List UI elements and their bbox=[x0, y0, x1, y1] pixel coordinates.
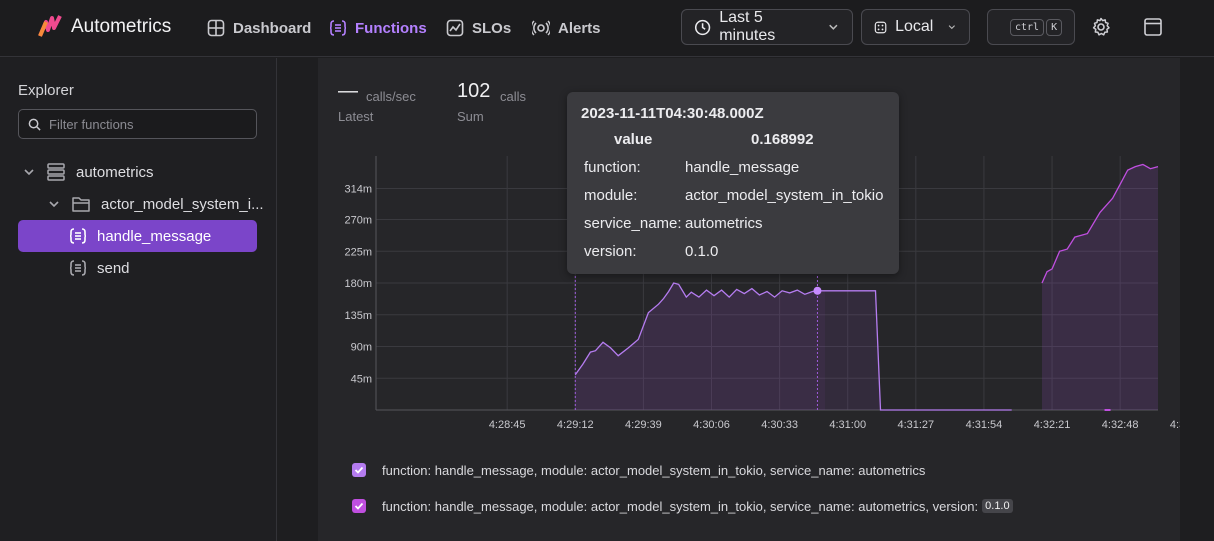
hover-point bbox=[813, 286, 822, 295]
sidebar-toggle-icon[interactable] bbox=[1143, 17, 1163, 37]
legend-label: function: handle_message, module: actor_… bbox=[382, 498, 979, 514]
kbd-k: K bbox=[1046, 18, 1063, 36]
tooltip-service-value: autometrics bbox=[685, 215, 763, 232]
nav-dashboard-label: Dashboard bbox=[233, 19, 312, 37]
search-button[interactable]: ctrl K bbox=[987, 9, 1075, 45]
tooltip-key: module: bbox=[584, 187, 638, 204]
x-tick-label: 4:29:39 bbox=[625, 419, 662, 431]
nav-dashboard[interactable]: Dashboard bbox=[207, 17, 311, 39]
x-tick-label: 4:29:12 bbox=[557, 419, 594, 431]
y-tick-label: 314m bbox=[344, 183, 372, 195]
nav-alerts-label: Alerts bbox=[558, 19, 601, 37]
y-tick-label: 45m bbox=[351, 373, 372, 385]
check-icon bbox=[354, 466, 364, 474]
tooltip-version-value: 0.1.0 bbox=[685, 243, 719, 260]
y-tick-label: 225m bbox=[344, 246, 372, 258]
gear-icon[interactable] bbox=[1091, 17, 1111, 37]
explorer-sidebar: Explorer autometrics actor_model_system_… bbox=[0, 58, 277, 541]
slo-icon bbox=[446, 19, 464, 37]
tree-item-autometrics[interactable]: autometrics bbox=[22, 156, 154, 188]
nav-functions-label: Functions bbox=[355, 19, 427, 37]
time-range-select[interactable]: Last 5 minutes bbox=[681, 9, 853, 45]
function-icon bbox=[329, 20, 347, 36]
legend-checkbox[interactable] bbox=[352, 499, 366, 513]
alert-icon bbox=[532, 20, 550, 36]
dashboard-icon bbox=[207, 19, 225, 37]
tree-item-label: autometrics bbox=[76, 163, 154, 181]
rate-value: — bbox=[338, 80, 358, 102]
sum-unit: calls bbox=[500, 89, 527, 104]
chevron-down-icon bbox=[49, 201, 59, 208]
version-badge: 0.1.0 bbox=[982, 499, 1013, 513]
y-tick-label: 90m bbox=[351, 342, 372, 354]
legend-checkbox[interactable] bbox=[352, 463, 366, 477]
tooltip-value: 0.168992 bbox=[751, 131, 814, 148]
kbd-ctrl: ctrl bbox=[1010, 18, 1045, 36]
tooltip-function-value: handle_message bbox=[685, 159, 800, 176]
chart-tooltip: 2023-11-11T04:30:48.000Z value 0.168992 … bbox=[567, 92, 899, 274]
tooltip-key: service_name: bbox=[584, 215, 682, 232]
check-icon bbox=[354, 502, 364, 510]
tree-item-label: send bbox=[97, 259, 130, 277]
x-tick-label: 4:32:48 bbox=[1102, 419, 1139, 431]
app-title[interactable]: Autometrics bbox=[71, 16, 171, 38]
chevron-down-icon bbox=[829, 24, 838, 30]
x-tick-label: 4:31:54 bbox=[966, 419, 1003, 431]
folder-icon bbox=[72, 197, 90, 212]
rate-unit: calls/sec bbox=[366, 89, 416, 104]
tooltip-key: version: bbox=[584, 243, 637, 260]
legend-item-series-2[interactable]: function: handle_message, module: actor_… bbox=[352, 498, 1013, 514]
rate-label: Latest bbox=[338, 109, 374, 124]
legend-label: function: handle_message, module: actor_… bbox=[382, 462, 926, 478]
top-bar: Autometrics Dashboard Functions SLOs Ale… bbox=[0, 0, 1214, 57]
y-tick-label: 180m bbox=[344, 278, 372, 290]
function-icon bbox=[69, 228, 87, 244]
x-tick-label: 4:31:00 bbox=[829, 419, 866, 431]
y-tick-label: 270m bbox=[344, 215, 372, 227]
tree-item-handle-message[interactable]: handle_message bbox=[18, 220, 257, 252]
tree-item-label: handle_message bbox=[97, 227, 212, 245]
sum-value: 102 bbox=[457, 80, 491, 102]
filter-functions-field[interactable] bbox=[18, 109, 257, 139]
tooltip-value-label: value bbox=[614, 131, 653, 148]
sum-label: Sum bbox=[457, 109, 484, 124]
nav-functions[interactable]: Functions bbox=[329, 17, 427, 39]
x-tick-label: 4:31:27 bbox=[897, 419, 934, 431]
filter-functions-input[interactable] bbox=[49, 116, 249, 132]
series-2-area bbox=[1042, 164, 1158, 410]
tooltip-key: function: bbox=[584, 159, 641, 176]
x-tick-label: 4:30:33 bbox=[761, 419, 798, 431]
service-stack-icon bbox=[47, 163, 65, 181]
function-icon bbox=[69, 260, 87, 276]
legend-item-series-1[interactable]: function: handle_message, module: actor_… bbox=[352, 462, 925, 478]
search-icon bbox=[28, 118, 41, 131]
time-range-label: Last 5 minutes bbox=[719, 9, 776, 44]
chevron-down-icon bbox=[949, 25, 956, 30]
datasource-select[interactable]: Local bbox=[861, 9, 970, 45]
tooltip-timestamp: 2023-11-11T04:30:48.000Z bbox=[581, 105, 764, 122]
y-tick-label: 135m bbox=[344, 310, 372, 322]
x-tick-label: 4:30:06 bbox=[693, 419, 730, 431]
autometrics-logo-icon bbox=[38, 15, 62, 37]
nav-slos[interactable]: SLOs bbox=[446, 17, 511, 39]
tree-item-module[interactable]: actor_model_system_i... bbox=[47, 188, 264, 220]
tree-item-send[interactable]: send bbox=[69, 252, 130, 284]
x-tick-label: 4:33:15 bbox=[1170, 419, 1180, 431]
nav-slos-label: SLOs bbox=[472, 19, 512, 37]
datasource-icon bbox=[874, 21, 887, 33]
explorer-title: Explorer bbox=[18, 82, 74, 99]
datasource-label: Local bbox=[895, 18, 934, 35]
x-tick-label: 4:28:45 bbox=[489, 419, 526, 431]
clock-icon bbox=[694, 19, 711, 35]
chevron-down-icon bbox=[24, 169, 34, 176]
x-tick-label: 4:32:21 bbox=[1034, 419, 1071, 431]
tree-item-label: actor_model_system_i... bbox=[101, 195, 264, 213]
nav-alerts[interactable]: Alerts bbox=[532, 17, 601, 39]
tooltip-module-value: actor_model_system_in_tokio bbox=[685, 187, 884, 204]
